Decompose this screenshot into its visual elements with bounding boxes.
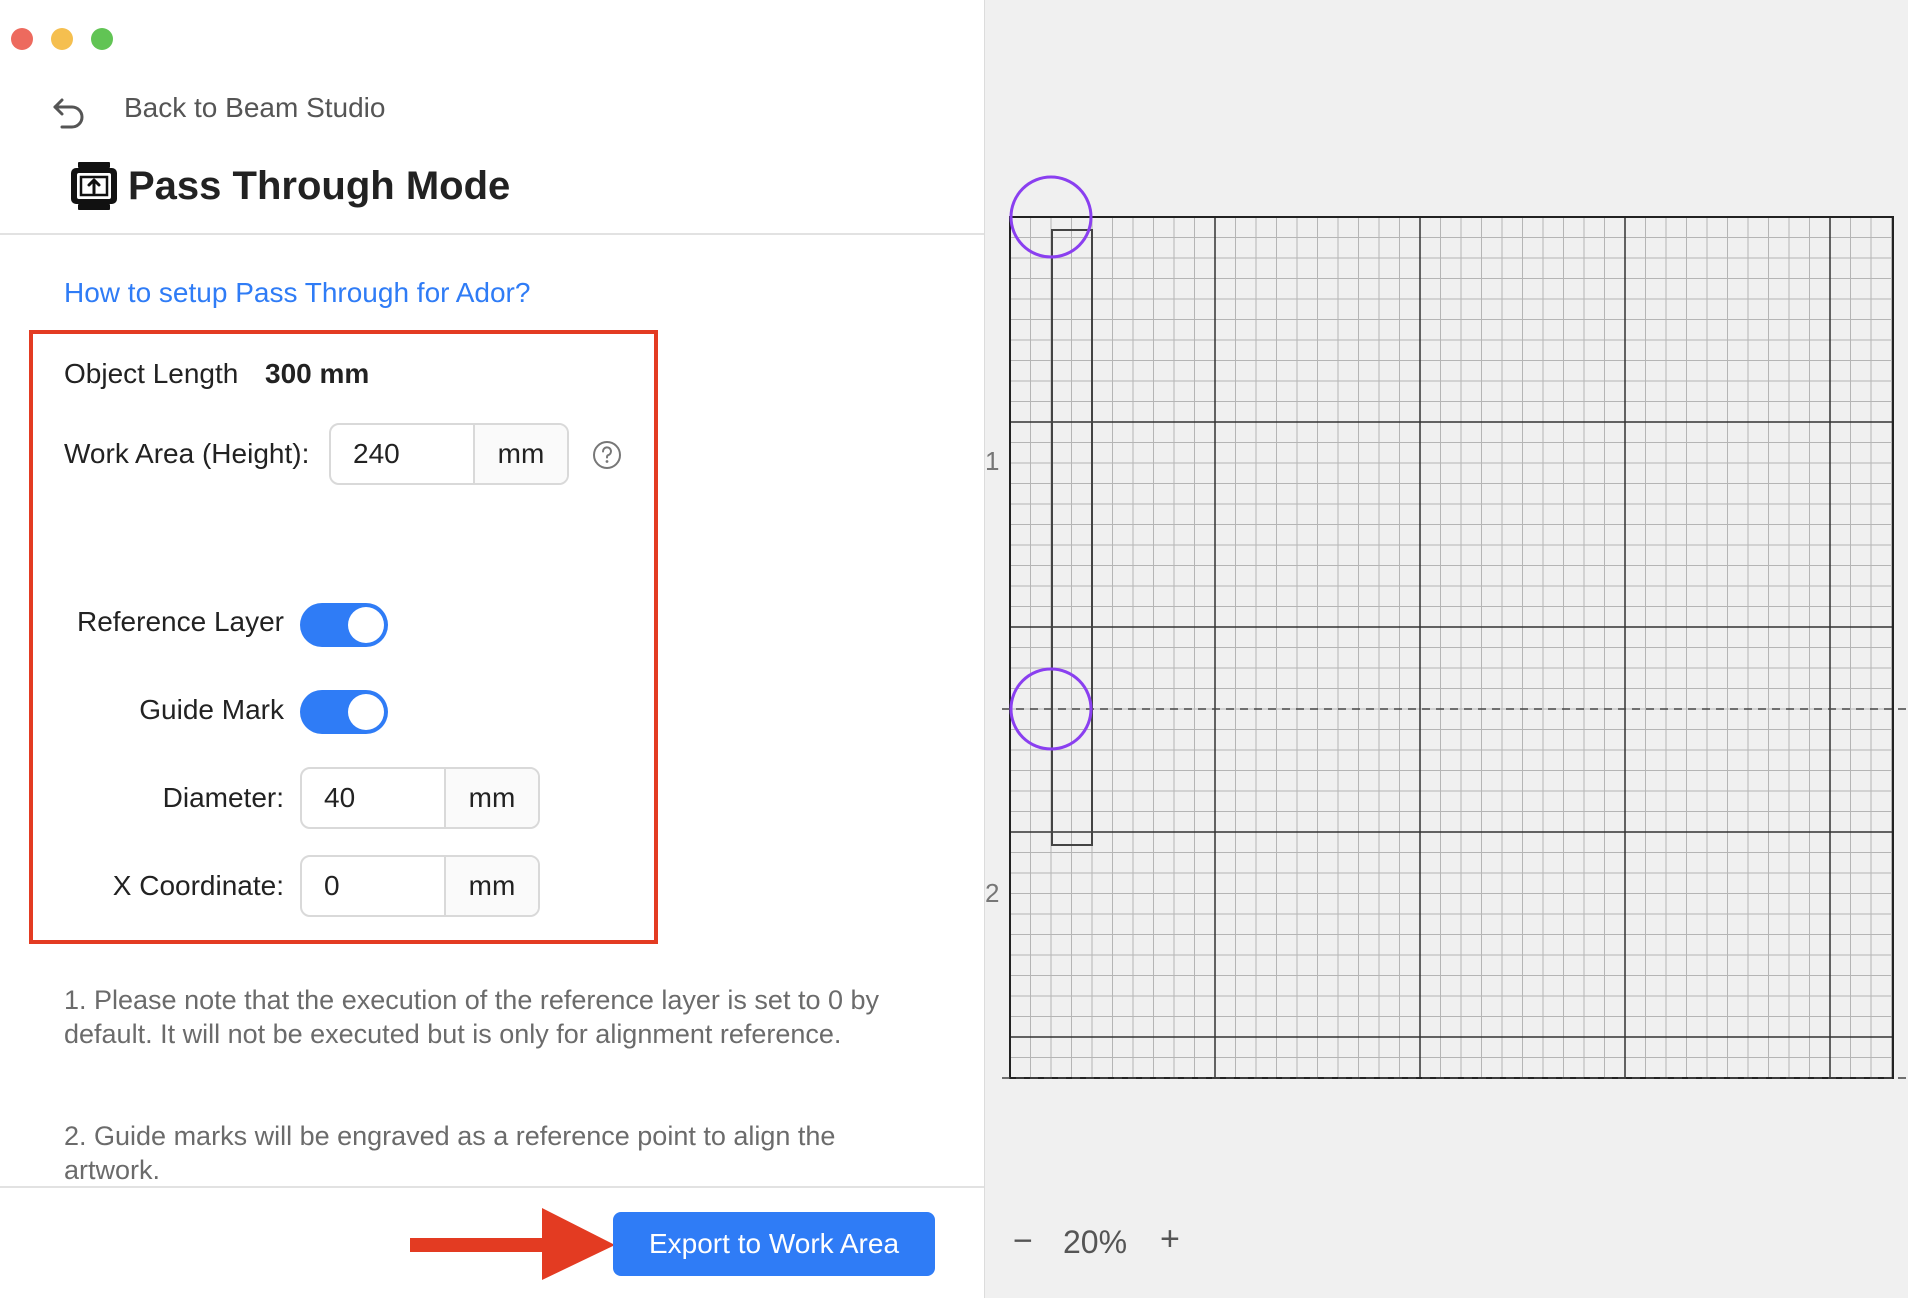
diameter-field[interactable]: 40 mm xyxy=(300,767,540,829)
toggle-knob xyxy=(348,694,384,730)
canvas-area[interactable]: 1 2 − 20% + xyxy=(985,0,1908,1298)
diameter-unit: mm xyxy=(444,769,538,827)
x-coordinate-label: X Coordinate: xyxy=(112,870,284,901)
zoom-out-button[interactable]: − xyxy=(1013,1222,1033,1261)
window-zoom-button[interactable] xyxy=(91,28,113,50)
x-coordinate-input[interactable]: 0 xyxy=(302,857,444,915)
object-length-label: Object Length xyxy=(64,358,239,389)
guide-mark-label: Guide Mark xyxy=(139,694,284,725)
work-area-height-unit: mm xyxy=(473,425,567,483)
x-coordinate-field[interactable]: 0 mm xyxy=(300,855,540,917)
pass-through-mode-icon xyxy=(71,162,117,210)
zoom-level: 20% xyxy=(1063,1224,1128,1260)
ruler-label-1: 1 xyxy=(985,446,999,476)
work-area-height-input[interactable]: 240 xyxy=(331,425,473,483)
header-divider xyxy=(0,233,984,235)
guide-mark-toggle[interactable] xyxy=(300,690,388,734)
help-question-icon[interactable] xyxy=(592,440,622,470)
page-title: Pass Through Mode xyxy=(128,164,511,208)
reference-layer-toggle[interactable] xyxy=(300,603,388,647)
work-area-canvas[interactable]: 1 2 xyxy=(985,0,1908,1298)
window-minimize-button[interactable] xyxy=(51,28,73,50)
ruler-label-2: 2 xyxy=(985,878,999,908)
diameter-input[interactable]: 40 xyxy=(302,769,444,827)
pass-through-panel: Back to Beam Studio Pass Through Mode Ho… xyxy=(0,0,985,1298)
guide-mark-note: 2. Guide marks will be engraved as a ref… xyxy=(64,1121,836,1185)
export-to-work-area-button[interactable]: Export to Work Area xyxy=(613,1212,935,1276)
toggle-knob xyxy=(348,607,384,643)
object-length-value: 300 mm xyxy=(265,358,370,389)
pointer-arrow-icon xyxy=(410,1208,615,1280)
back-arrow-icon[interactable] xyxy=(50,90,90,130)
window-close-button[interactable] xyxy=(11,28,33,50)
x-coordinate-unit: mm xyxy=(444,857,538,915)
work-area-height-field[interactable]: 240 mm xyxy=(329,423,569,485)
back-to-beam-studio-link[interactable]: Back to Beam Studio xyxy=(124,92,385,124)
grid-lines xyxy=(1009,216,1893,1079)
diameter-label: Diameter: xyxy=(162,782,284,813)
reference-layer-label: Reference Layer xyxy=(76,606,284,637)
zoom-in-button[interactable]: + xyxy=(1160,1220,1180,1259)
setup-help-link[interactable]: How to setup Pass Through for Ador? xyxy=(64,277,530,309)
footer-divider xyxy=(0,1186,984,1188)
reference-layer-note: 1. Please note that the execution of the… xyxy=(64,985,879,1049)
work-area-height-label: Work Area (Height): xyxy=(64,438,310,469)
